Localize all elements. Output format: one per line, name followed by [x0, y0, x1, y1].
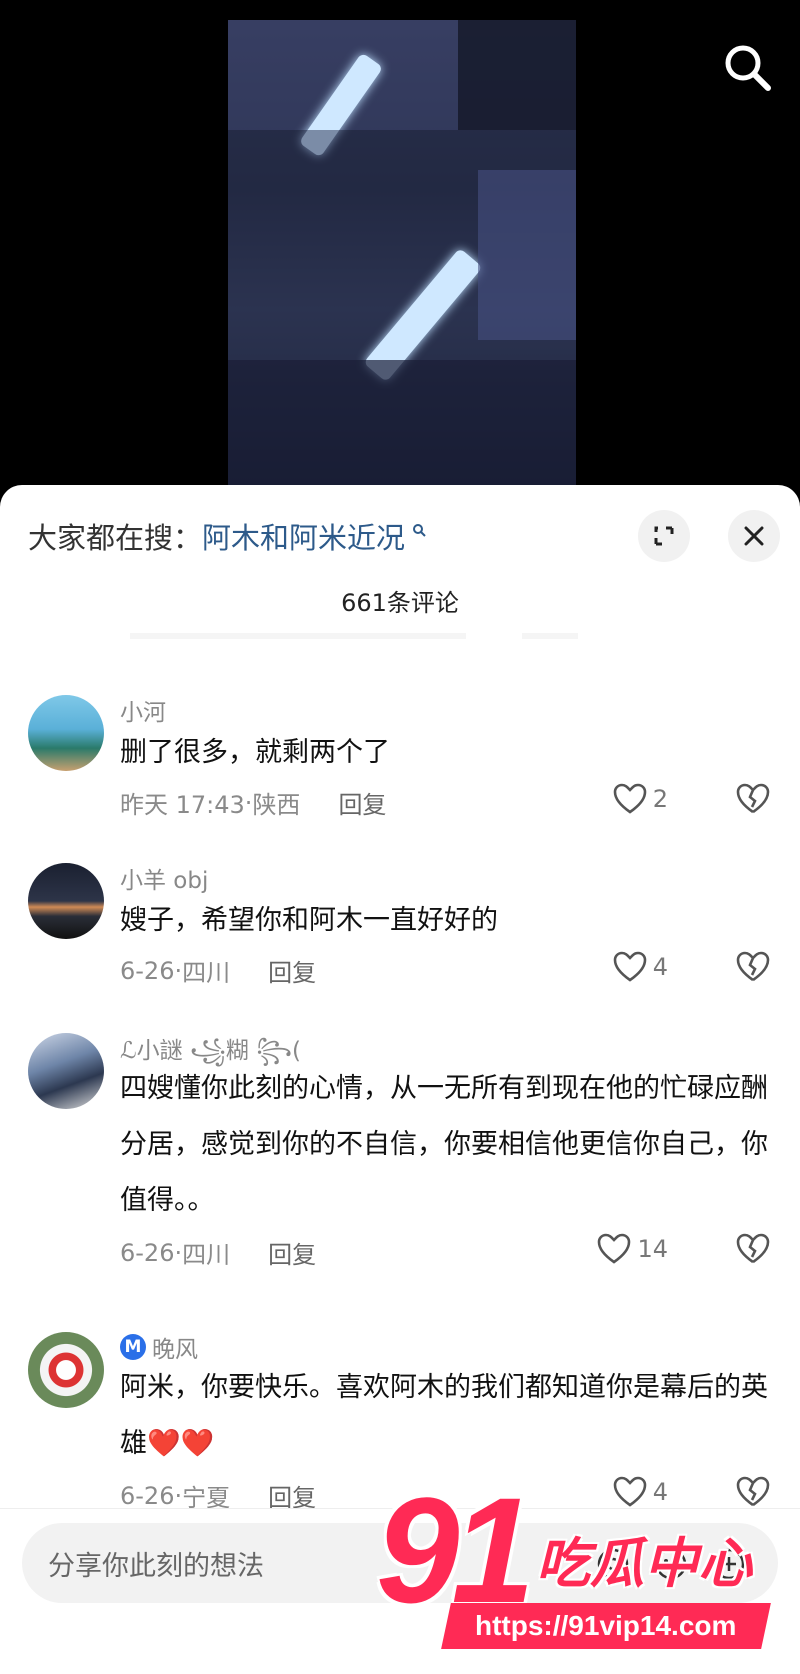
comment-date: 昨天 17:43 [120, 791, 245, 819]
verified-badge: M [120, 1334, 146, 1360]
comment-date: 6-26 [120, 956, 175, 985]
comment-text: 删了很多，就剩两个了 [120, 737, 390, 768]
heart-icon [598, 1233, 631, 1264]
watermark-url: https://91vip14.com [475, 1610, 737, 1641]
heart-icon [613, 951, 647, 982]
comment-location: 四川 [182, 1241, 231, 1269]
trending-search[interactable]: 大家都在搜：阿木和阿米近况 [28, 515, 426, 557]
expand-button[interactable] [638, 510, 690, 562]
watermark-text: 吃瓜中心 [536, 1532, 752, 1595]
comment-username[interactable]: 小羊 obj [120, 861, 208, 895]
comment-date: 6-26 [120, 1481, 175, 1510]
like-button[interactable]: 14 [597, 1233, 668, 1265]
avatar[interactable] [28, 695, 104, 771]
trending-prefix: 大家都在搜： [28, 521, 203, 555]
search-button[interactable] [720, 40, 776, 96]
like-button[interactable]: 4 [613, 951, 668, 983]
comment-username[interactable]: 小河 [120, 693, 166, 727]
comment-location: 四川 [182, 959, 231, 987]
comment-text: 阿米，你要快乐。喜欢阿木的我们都知道你是幕后的英雄❤️❤️ [120, 1372, 768, 1459]
meta-separator: · [174, 1238, 183, 1267]
like-button[interactable]: 2 [613, 783, 668, 815]
video-thumbnail [228, 20, 576, 500]
expand-icon [654, 526, 674, 546]
avatar[interactable] [28, 863, 104, 939]
reply-button[interactable]: 回复 [268, 1235, 316, 1270]
broken-heart-icon [736, 1233, 770, 1264]
comment-count: 661条评论 [341, 589, 459, 617]
comment-meta: 6-26 · 四川 回复 [120, 1235, 316, 1270]
like-count: 4 [652, 953, 668, 981]
watermark-url-badge: https://91vip14.com [441, 1603, 771, 1649]
dislike-button[interactable] [736, 1233, 770, 1269]
broken-heart-icon [736, 783, 770, 814]
heart-icon [613, 783, 647, 814]
meta-separator: · [174, 1481, 183, 1510]
comment-input-placeholder: 分享你此刻的想法 [48, 1550, 264, 1582]
meta-separator: · [174, 956, 183, 985]
partially-visible-comment [130, 633, 690, 639]
comment-username[interactable]: M 晚风 [120, 1330, 198, 1364]
close-button[interactable] [728, 510, 780, 562]
reply-button[interactable]: 回复 [268, 953, 316, 988]
comment-meta: 6-26 · 四川 回复 [120, 953, 316, 988]
like-count: 2 [652, 785, 668, 813]
comment-text: 四嫂懂你此刻的心情，从一无所有到现在他的忙碌应酬分居，感觉到你的不自信，你要相信… [120, 1073, 768, 1216]
username-text: 晚风 [152, 1337, 198, 1363]
avatar[interactable] [28, 1033, 104, 1109]
search-icon [725, 45, 771, 91]
comment-meta: 昨天 17:43 · 陕西 回复 [120, 785, 386, 820]
like-count: 14 [637, 1235, 668, 1263]
avatar[interactable] [28, 1332, 104, 1408]
comment-location: 陕西 [252, 791, 301, 819]
meta-separator: · [244, 788, 253, 817]
dislike-button[interactable] [736, 783, 770, 819]
video-player[interactable] [0, 0, 800, 500]
comment-text: 嫂子，希望你和阿木一直好好的 [120, 905, 498, 936]
dislike-button[interactable] [736, 951, 770, 987]
reply-button[interactable]: 回复 [338, 785, 386, 820]
close-icon [744, 526, 764, 546]
comment-date: 6-26 [120, 1238, 175, 1267]
search-small-icon [407, 522, 426, 541]
broken-heart-icon [736, 951, 770, 982]
watermark: 91 吃瓜中心 https://91vip14.com [376, 1475, 776, 1665]
trending-keyword[interactable]: 阿木和阿米近况 [202, 521, 405, 555]
